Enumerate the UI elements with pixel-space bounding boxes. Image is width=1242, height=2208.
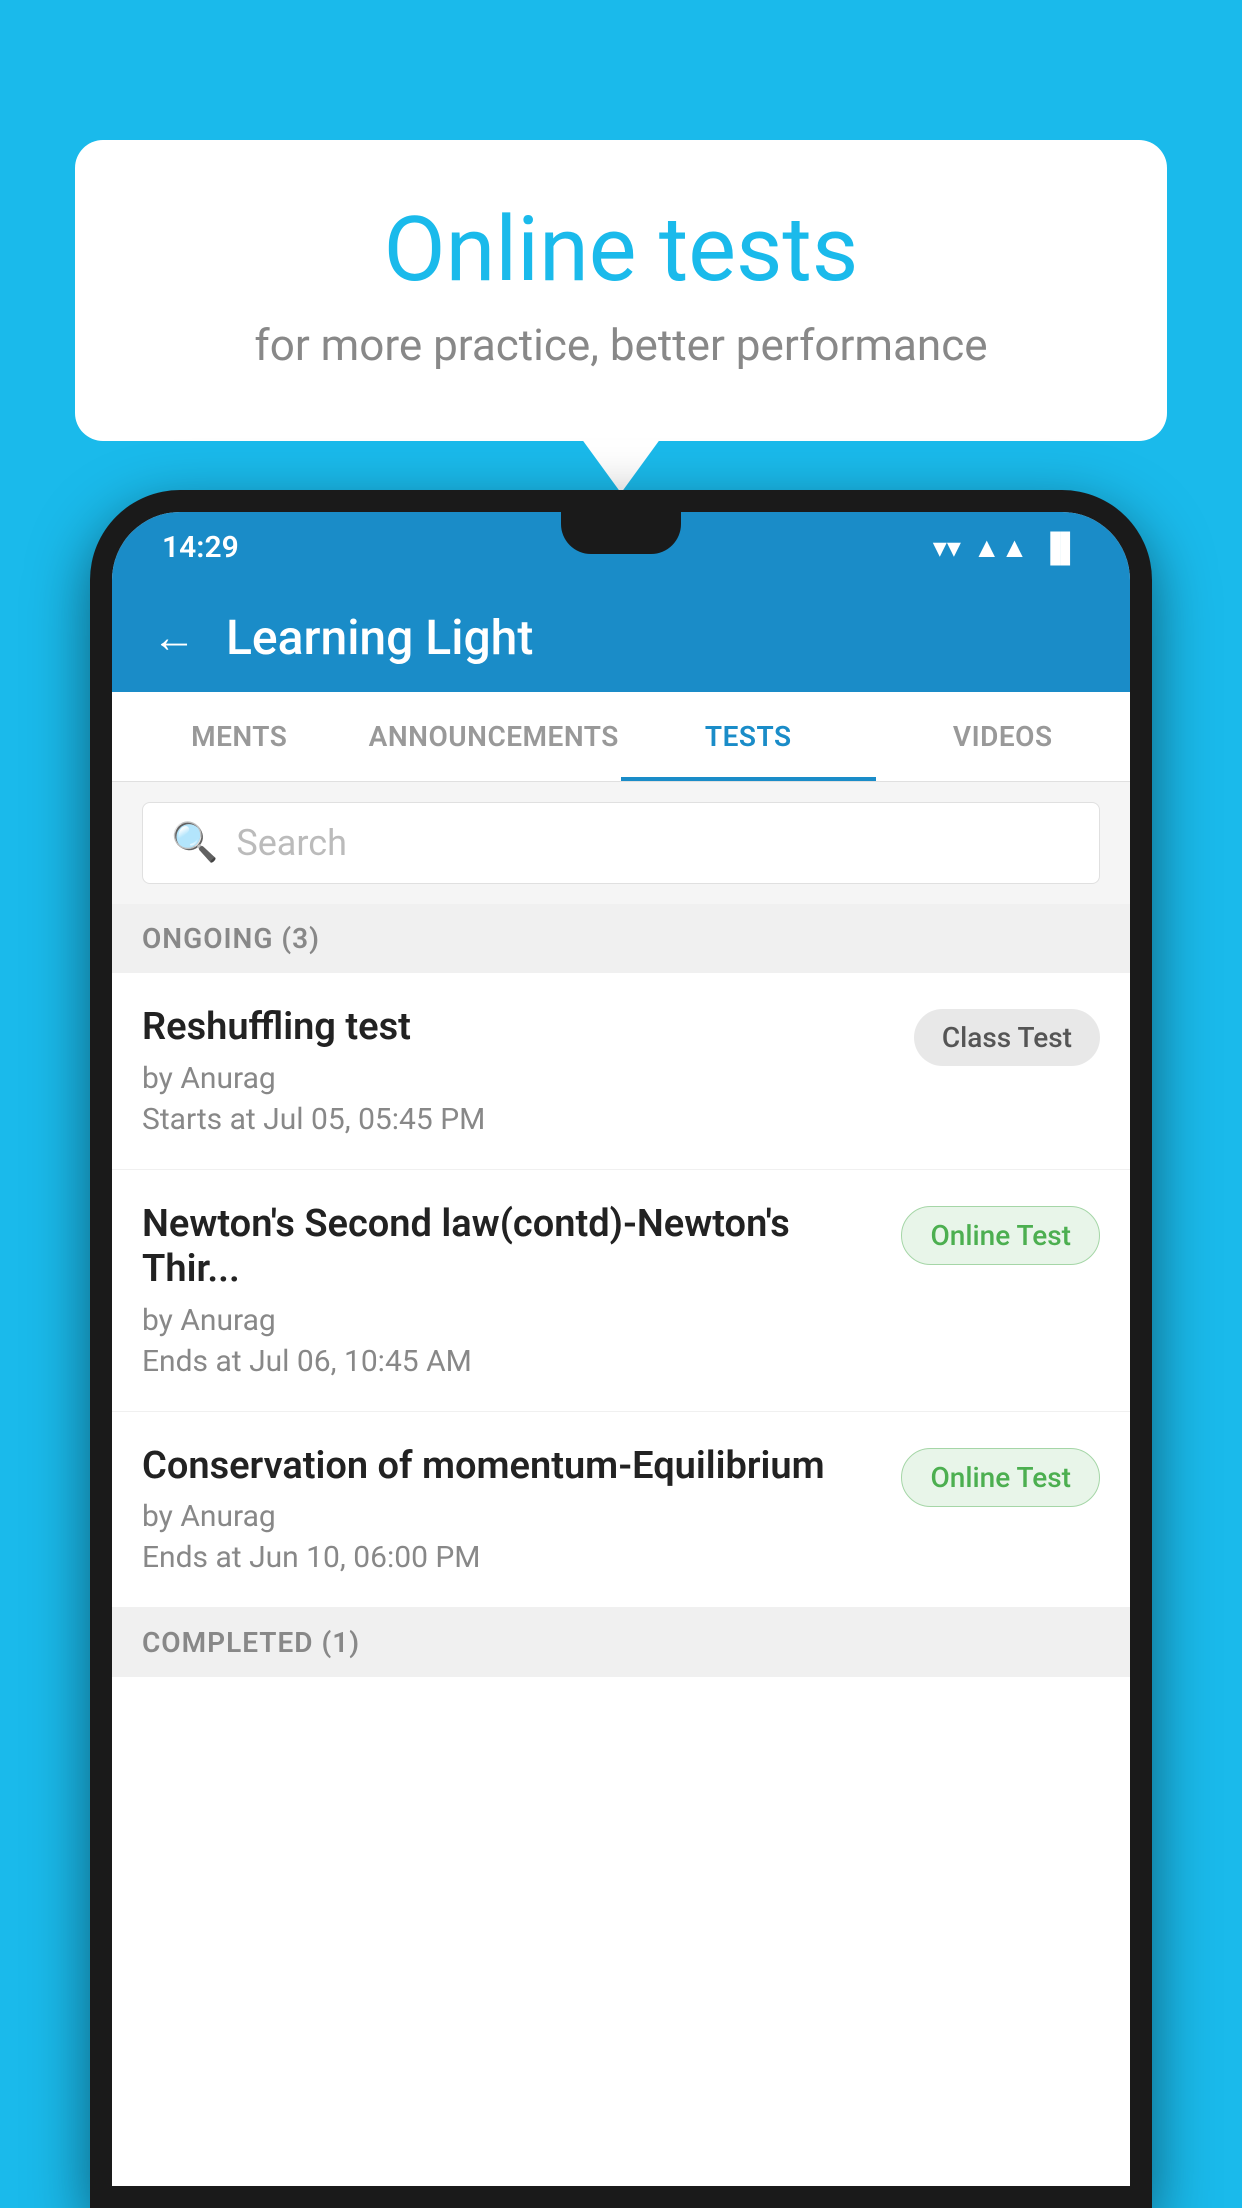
test-info-0: Reshuffling test by Anurag Starts at Jul… (142, 1005, 894, 1137)
search-bar[interactable]: 🔍 Search (142, 802, 1100, 884)
test-author-2: by Anurag (142, 1499, 881, 1534)
test-info-2: Conservation of momentum-Equilibrium by … (142, 1444, 881, 1576)
search-icon: 🔍 (171, 821, 218, 865)
completed-label: COMPLETED (1) (142, 1626, 360, 1659)
tabs-bar: MENTS ANNOUNCEMENTS TESTS VIDEOS (112, 692, 1130, 782)
signal-icon: ▲▲ (973, 531, 1028, 564)
phone-screen: 14:29 ▾▾ ▲▲ ▐▌ ← Learning Light MENTS AN… (112, 512, 1130, 2186)
app-header: ← Learning Light (112, 582, 1130, 692)
tab-videos[interactable]: VIDEOS (876, 692, 1131, 781)
tab-announcements[interactable]: ANNOUNCEMENTS (367, 692, 622, 781)
back-button[interactable]: ← (152, 611, 196, 663)
phone-notch (561, 512, 681, 554)
ongoing-label: ONGOING (3) (142, 922, 320, 955)
test-author-1: by Anurag (142, 1303, 881, 1338)
test-name-2: Conservation of momentum-Equilibrium (142, 1444, 881, 1490)
test-item-1[interactable]: Newton's Second law(contd)-Newton's Thir… (112, 1170, 1130, 1412)
bubble-title: Online tests (155, 200, 1087, 299)
search-container: 🔍 Search (112, 782, 1130, 904)
tab-tests[interactable]: TESTS (621, 692, 876, 781)
test-info-1: Newton's Second law(contd)-Newton's Thir… (142, 1202, 881, 1379)
test-time-2: Ends at Jun 10, 06:00 PM (142, 1540, 881, 1575)
status-icons: ▾▾ ▲▲ ▐▌ (933, 531, 1080, 564)
ongoing-section-header: ONGOING (3) (112, 904, 1130, 973)
test-author-0: by Anurag (142, 1061, 894, 1096)
battery-icon: ▐▌ (1040, 531, 1080, 564)
wifi-icon: ▾▾ (933, 531, 961, 564)
speech-bubble: Online tests for more practice, better p… (75, 140, 1167, 441)
app-title: Learning Light (226, 609, 533, 666)
completed-section-header: COMPLETED (1) (112, 1608, 1130, 1677)
test-time-0: Starts at Jul 05, 05:45 PM (142, 1102, 894, 1137)
test-name-1: Newton's Second law(contd)-Newton's Thir… (142, 1202, 881, 1293)
status-time: 14:29 (162, 530, 239, 565)
test-item-0[interactable]: Reshuffling test by Anurag Starts at Jul… (112, 973, 1130, 1170)
speech-bubble-container: Online tests for more practice, better p… (75, 140, 1167, 441)
tab-ments[interactable]: MENTS (112, 692, 367, 781)
test-name-0: Reshuffling test (142, 1005, 894, 1051)
test-badge-2: Online Test (901, 1448, 1100, 1507)
phone-frame: 14:29 ▾▾ ▲▲ ▐▌ ← Learning Light MENTS AN… (90, 490, 1152, 2208)
test-badge-1: Online Test (901, 1206, 1100, 1265)
test-badge-0: Class Test (914, 1009, 1100, 1066)
test-time-1: Ends at Jul 06, 10:45 AM (142, 1344, 881, 1379)
bubble-subtitle: for more practice, better performance (155, 319, 1087, 371)
search-placeholder: Search (236, 822, 347, 864)
test-item-2[interactable]: Conservation of momentum-Equilibrium by … (112, 1412, 1130, 1609)
